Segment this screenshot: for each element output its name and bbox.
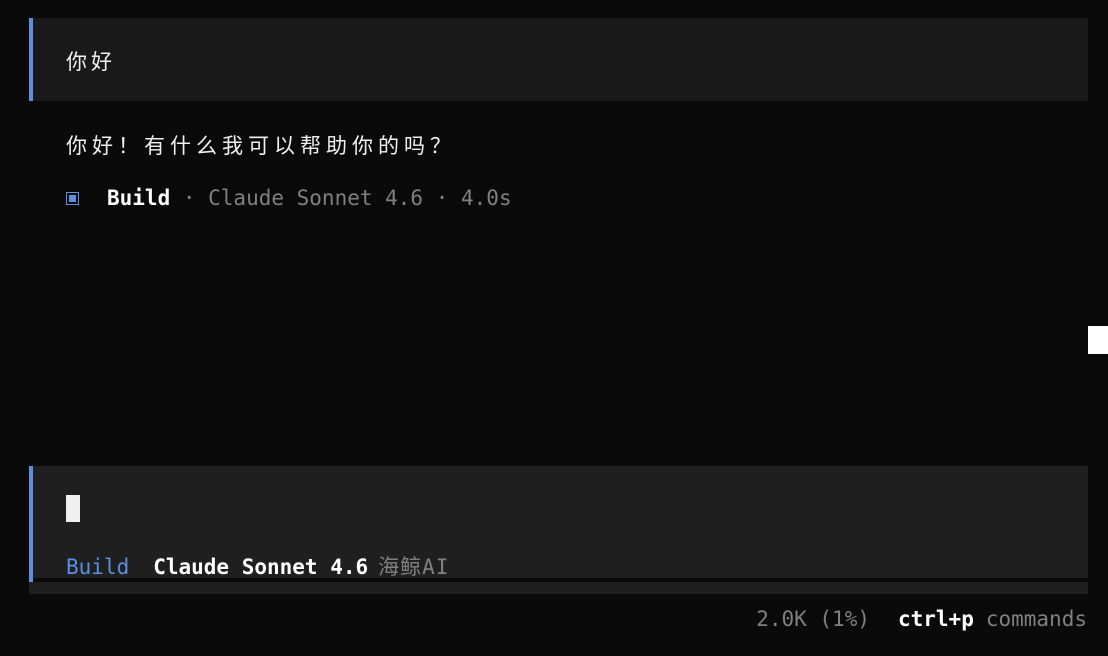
- status-footer: 2.0K (1%) ctrl+p commands: [756, 607, 1087, 631]
- input-status-line: Build Claude Sonnet 4.6 海鲸AI: [66, 551, 449, 581]
- model-selector[interactable]: Claude Sonnet 4.6: [153, 555, 368, 579]
- scrollbar-thumb[interactable]: [1088, 326, 1108, 354]
- commands-shortcut-key[interactable]: ctrl+p: [898, 607, 974, 631]
- user-message-text: 你好: [66, 50, 116, 74]
- user-message: 你好: [29, 18, 1088, 101]
- meta-agent-name: Build: [107, 186, 171, 210]
- agent-mode-selector[interactable]: Build: [66, 555, 129, 579]
- assistant-message-text: 你好！有什么我可以帮助你的吗？: [66, 134, 456, 158]
- meta-details: · Claude Sonnet 4.6 · 4.0s: [170, 186, 512, 210]
- token-usage: 2.0K (1%): [756, 607, 870, 631]
- prompt-input-box[interactable]: Build Claude Sonnet 4.6 海鲸AI: [29, 466, 1088, 594]
- input-box-bottom-strip: [29, 582, 1088, 594]
- input-accent-bar: [29, 466, 33, 594]
- assistant-message-meta: Build · Claude Sonnet 4.6 · 4.0s: [66, 186, 512, 210]
- commands-shortcut-label: commands: [985, 607, 1087, 631]
- provider-name: 海鲸AI: [378, 555, 450, 579]
- agent-square-icon: [66, 191, 79, 205]
- user-message-accent-bar: [29, 18, 33, 101]
- text-cursor: [66, 495, 80, 522]
